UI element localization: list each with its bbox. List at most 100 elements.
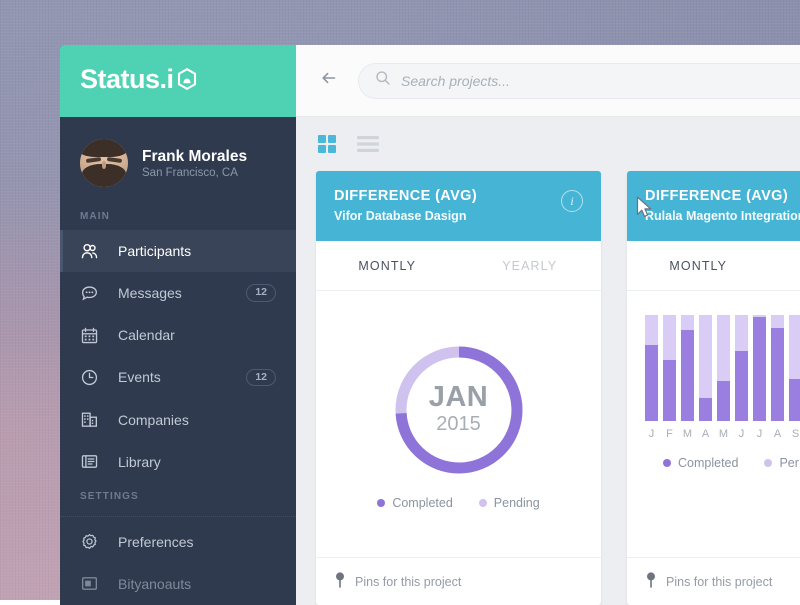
sidebar-item-messages[interactable]: Messages 12 bbox=[60, 272, 296, 314]
chat-bubble-icon bbox=[80, 284, 104, 303]
bar-label: J bbox=[645, 428, 658, 440]
badge-events: 12 bbox=[246, 369, 276, 387]
pin-icon bbox=[334, 572, 346, 591]
bar-fill-completed bbox=[681, 330, 694, 421]
section-label-settings: SETTINGS bbox=[60, 483, 296, 517]
sidebar-item-library[interactable]: Library bbox=[60, 441, 296, 483]
chart-legend: Completed Per bbox=[639, 440, 799, 484]
bar-chart-bars bbox=[639, 315, 800, 421]
calendar-icon bbox=[80, 326, 104, 345]
pins-label: Pins for this project bbox=[355, 575, 461, 589]
card-footer-pins[interactable]: Pins for this project bbox=[627, 557, 800, 605]
view-toolbar bbox=[296, 117, 800, 171]
card-chart-area: JAN 2015 Completed Pending bbox=[316, 291, 601, 557]
sidebar-item-label: Library bbox=[118, 454, 276, 470]
legend-item-pending: Pending bbox=[479, 496, 540, 510]
participants-icon bbox=[80, 242, 104, 261]
bar-fill-completed bbox=[699, 398, 712, 421]
tab-montly[interactable]: MONTLY bbox=[627, 241, 770, 290]
bar-column bbox=[663, 315, 676, 421]
bar-label: A bbox=[699, 428, 712, 440]
list-view-icon[interactable] bbox=[356, 133, 380, 155]
card-chart-area: JFMAMJJAS Completed Per bbox=[627, 291, 800, 557]
legend-dot-completed bbox=[377, 499, 385, 507]
chart-legend: Completed Pending bbox=[377, 480, 539, 524]
bar-column bbox=[681, 315, 694, 421]
bar-column bbox=[717, 315, 730, 421]
card-subtitle: Rulala Magento Integration bbox=[645, 209, 800, 223]
buildings-icon bbox=[80, 410, 104, 429]
library-icon bbox=[80, 452, 104, 471]
sidebar-item-label: Bityanoauts bbox=[118, 576, 276, 592]
sidebar-item-label: Events bbox=[118, 369, 246, 385]
donut-year-label: 2015 bbox=[436, 412, 481, 437]
tab-yearly[interactable]: YEARLY bbox=[459, 241, 602, 290]
grid-view-icon[interactable] bbox=[316, 133, 338, 155]
sidebar-item-participants[interactable]: Participants bbox=[60, 230, 296, 272]
legend-label: Per bbox=[779, 456, 798, 470]
card-footer-pins[interactable]: Pins for this project bbox=[316, 557, 601, 605]
bar-label: M bbox=[717, 428, 730, 440]
bar-column bbox=[735, 315, 748, 421]
bar-label: F bbox=[663, 428, 676, 440]
user-profile[interactable]: Frank Morales San Francisco, CA bbox=[60, 117, 296, 203]
window-icon bbox=[80, 574, 104, 593]
sidebar-item-label: Companies bbox=[118, 412, 276, 428]
bar-column bbox=[699, 315, 712, 421]
legend-dot-pending bbox=[479, 499, 487, 507]
bar-fill-completed bbox=[663, 360, 676, 421]
project-card-vifor[interactable]: DIFFERENCE (AVG) Vifor Database Dasign i… bbox=[316, 171, 601, 605]
project-card-rulala[interactable]: DIFFERENCE (AVG) Rulala Magento Integrat… bbox=[627, 171, 800, 605]
search-box[interactable] bbox=[358, 63, 800, 99]
card-header: DIFFERENCE (AVG) Vifor Database Dasign i bbox=[316, 171, 601, 241]
legend-dot-pending bbox=[764, 459, 772, 467]
sidebar-item-companies[interactable]: Companies bbox=[60, 399, 296, 441]
legend-label: Pending bbox=[494, 496, 540, 510]
bar-label: M bbox=[681, 428, 694, 440]
card-tabs: MONTLY YEA bbox=[627, 241, 800, 291]
bar-fill-completed bbox=[771, 328, 784, 421]
bar-column bbox=[771, 315, 784, 421]
pin-icon bbox=[645, 572, 657, 591]
search-input[interactable] bbox=[401, 73, 800, 89]
legend-item-pending: Per bbox=[764, 456, 798, 470]
project-card-list: DIFFERENCE (AVG) Vifor Database Dasign i… bbox=[296, 171, 800, 605]
arrow-left-icon bbox=[318, 67, 340, 94]
tab-yearly[interactable]: YEA bbox=[770, 241, 800, 290]
info-circle-icon[interactable]: i bbox=[561, 190, 583, 212]
sidebar-item-calendar[interactable]: Calendar bbox=[60, 314, 296, 356]
clock-icon bbox=[80, 368, 104, 387]
sidebar: Status.i Frank Morales San Francis bbox=[60, 45, 296, 605]
sidebar-item-label: Participants bbox=[118, 243, 276, 259]
sidebar-item-bityanoauts[interactable]: Bityanoauts bbox=[60, 563, 296, 605]
profile-location: San Francisco, CA bbox=[142, 167, 247, 179]
search-icon bbox=[375, 70, 391, 91]
card-subtitle: Vifor Database Dasign bbox=[334, 209, 477, 223]
bar-label: S bbox=[789, 428, 800, 440]
sidebar-item-events[interactable]: Events 12 bbox=[60, 356, 296, 398]
back-button[interactable] bbox=[314, 66, 344, 96]
bar-chart: JFMAMJJAS bbox=[639, 315, 800, 440]
donut-month-label: JAN bbox=[429, 383, 489, 412]
bar-column bbox=[645, 315, 658, 421]
bar-fill-completed bbox=[645, 345, 658, 421]
card-header: DIFFERENCE (AVG) Rulala Magento Integrat… bbox=[627, 171, 800, 241]
bar-label: A bbox=[771, 428, 784, 440]
bar-fill-completed bbox=[735, 351, 748, 421]
tab-montly[interactable]: MONTLY bbox=[316, 241, 459, 290]
legend-label: Completed bbox=[392, 496, 452, 510]
sidebar-item-label: Calendar bbox=[118, 327, 276, 343]
brand-name: Status.i bbox=[80, 64, 174, 94]
sidebar-item-preferences[interactable]: Preferences bbox=[60, 521, 296, 563]
legend-item-completed: Completed bbox=[663, 456, 738, 470]
app-window: Status.i Frank Morales San Francis bbox=[60, 45, 800, 605]
bar-fill-completed bbox=[753, 317, 766, 421]
badge-messages: 12 bbox=[246, 284, 276, 302]
pins-label: Pins for this project bbox=[666, 575, 772, 589]
brand-logo[interactable]: Status.i bbox=[60, 45, 296, 117]
bar-chart-labels: JFMAMJJAS bbox=[639, 428, 800, 440]
legend-item-completed: Completed bbox=[377, 496, 452, 510]
sidebar-item-label: Messages bbox=[118, 285, 246, 301]
bar-label: J bbox=[735, 428, 748, 440]
bar-column bbox=[789, 315, 800, 421]
